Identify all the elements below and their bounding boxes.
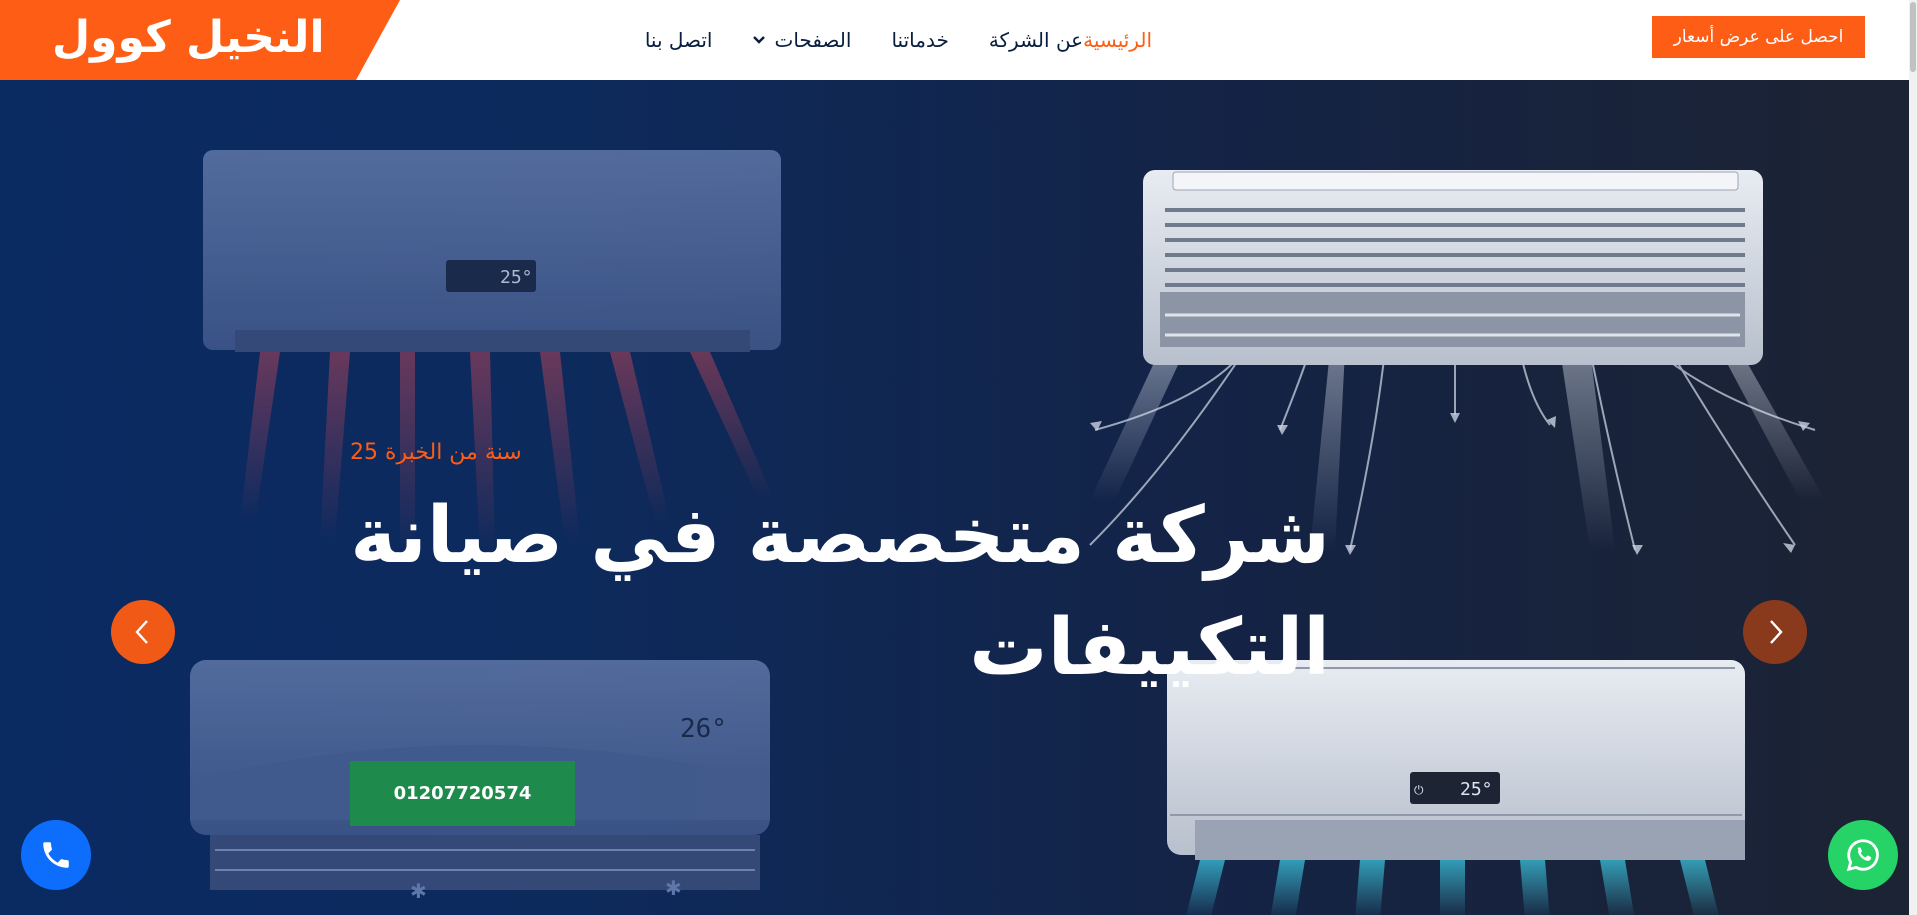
svg-text:⏻: ⏻ bbox=[1414, 783, 1424, 797]
svg-text:25°: 25° bbox=[500, 267, 533, 288]
whatsapp-icon bbox=[1846, 839, 1879, 872]
hero-subtitle: سنة من الخبرة 25 bbox=[350, 440, 522, 465]
chevron-right-icon bbox=[1770, 620, 1783, 644]
phone-icon bbox=[43, 842, 69, 868]
brand-logo-text[interactable]: النخيل كوول bbox=[52, 8, 325, 68]
hero-title: شركة متخصصة في صيانة التكييفات bbox=[350, 491, 1330, 693]
hero-carousel: 25° 26° ✱ ✱ 25° ⏻ سنة من الخبرة 25 شركة … bbox=[0, 80, 1909, 915]
navbar: النخيل كوول الرئيسية عن الشركة خدماتنا ا… bbox=[0, 0, 1917, 80]
floating-call-button[interactable] bbox=[21, 820, 91, 890]
scrollbar-thumb[interactable] bbox=[1910, 2, 1916, 72]
page-scrollbar[interactable] bbox=[1909, 0, 1917, 915]
nav-item-services[interactable]: خدماتنا bbox=[891, 28, 948, 52]
carousel-next-button[interactable] bbox=[1743, 600, 1807, 664]
nav-item-pages-label: الصفحات bbox=[774, 28, 852, 52]
nav-item-about[interactable]: عن الشركة bbox=[989, 28, 1083, 52]
svg-text:✱: ✱ bbox=[665, 876, 682, 900]
svg-text:✱: ✱ bbox=[410, 879, 427, 903]
carousel-prev-button[interactable] bbox=[111, 600, 175, 664]
chevron-down-icon bbox=[753, 36, 766, 44]
nav-item-pages[interactable]: الصفحات bbox=[752, 28, 851, 52]
chevron-left-icon bbox=[135, 620, 148, 644]
svg-text:25°: 25° bbox=[1460, 779, 1493, 800]
get-quote-button[interactable]: احصل على عرض أسعار bbox=[1652, 16, 1865, 58]
floating-whatsapp-button[interactable] bbox=[1828, 820, 1898, 890]
nav-item-home[interactable]: الرئيسية bbox=[1083, 28, 1152, 52]
svg-text:26°: 26° bbox=[680, 714, 727, 744]
nav-item-contact[interactable]: اتصل بنا bbox=[645, 28, 713, 52]
hero-phone-button[interactable]: 01207720574 bbox=[350, 761, 575, 826]
main-nav: الرئيسية عن الشركة خدماتنا الصفحات اتصل … bbox=[605, 0, 1152, 80]
